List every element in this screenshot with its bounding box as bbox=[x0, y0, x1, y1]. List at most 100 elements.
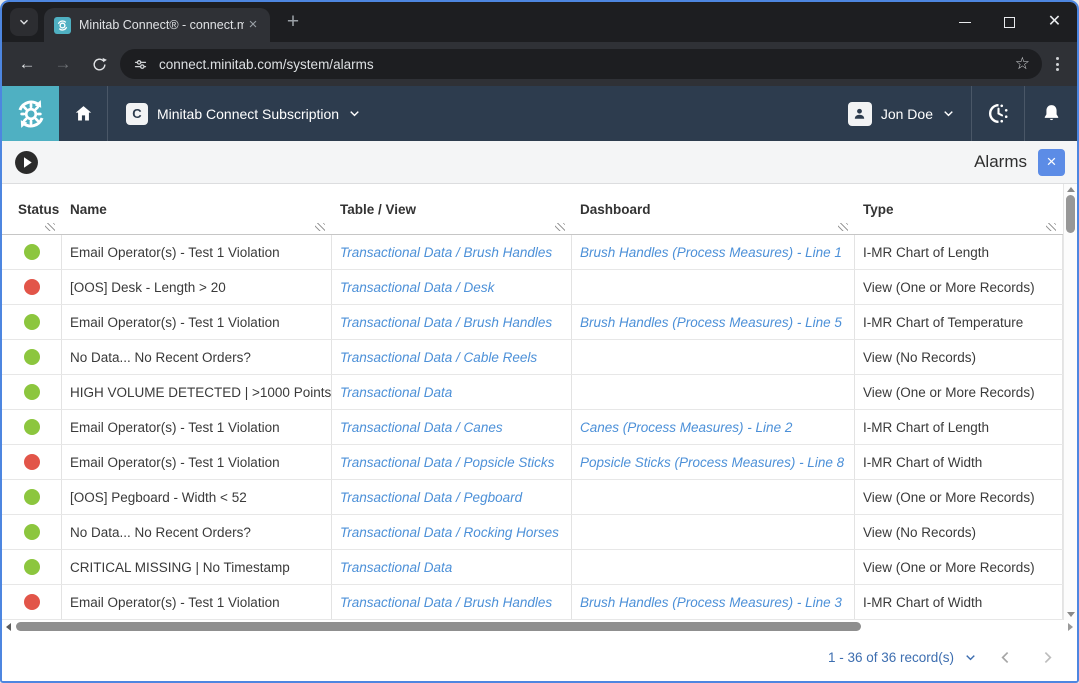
status-dot bbox=[24, 454, 40, 470]
vertical-scroll-thumb[interactable] bbox=[1066, 195, 1075, 233]
table-view-link[interactable]: Transactional Data bbox=[340, 560, 452, 575]
maximize-button[interactable] bbox=[987, 2, 1032, 42]
minitab-favicon-icon bbox=[54, 17, 71, 34]
dashboard-link[interactable]: Brush Handles (Process Measures) - Line … bbox=[580, 245, 842, 260]
scroll-down-arrow-icon[interactable] bbox=[1067, 612, 1075, 617]
column-header-dashboard[interactable]: Dashboard bbox=[572, 184, 855, 234]
status-dot bbox=[24, 279, 40, 295]
table-row[interactable]: HIGH VOLUME DETECTED | >1000 Points Tran… bbox=[2, 375, 1063, 410]
column-header-type[interactable]: Type bbox=[855, 184, 1063, 234]
close-window-button[interactable]: ✕ bbox=[1032, 2, 1077, 42]
status-dot bbox=[24, 349, 40, 365]
table-view-link[interactable]: Transactional Data / Brush Handles bbox=[340, 595, 552, 610]
alarm-name: Email Operator(s) - Test 1 Violation bbox=[62, 305, 332, 339]
table-row[interactable]: Email Operator(s) - Test 1 Violation Tra… bbox=[2, 445, 1063, 480]
dashboard-link[interactable]: Brush Handles (Process Measures) - Line … bbox=[580, 595, 842, 610]
table-row[interactable]: Email Operator(s) - Test 1 Violation Tra… bbox=[2, 235, 1063, 270]
back-button[interactable]: ← bbox=[12, 49, 42, 79]
subscription-label: Minitab Connect Subscription bbox=[157, 106, 339, 122]
alarm-name: No Data... No Recent Orders? bbox=[62, 340, 332, 374]
alarm-type: View (No Records) bbox=[855, 340, 1063, 374]
alarm-name: HIGH VOLUME DETECTED | >1000 Points bbox=[62, 375, 332, 409]
alarm-name: Email Operator(s) - Test 1 Violation bbox=[62, 445, 332, 479]
address-bar[interactable]: connect.minitab.com/system/alarms ☆ bbox=[120, 49, 1042, 79]
table-view-link[interactable]: Transactional Data / Canes bbox=[340, 420, 503, 435]
home-button[interactable] bbox=[59, 86, 107, 141]
status-dot bbox=[24, 244, 40, 260]
column-header-status[interactable]: Status bbox=[2, 184, 62, 234]
new-tab-button[interactable]: + bbox=[280, 10, 306, 34]
status-dot bbox=[24, 524, 40, 540]
workspace-badge: C bbox=[126, 103, 148, 125]
browser-tab[interactable]: Minitab Connect® - connect.mi × bbox=[44, 8, 270, 42]
table-row[interactable]: No Data... No Recent Orders? Transaction… bbox=[2, 340, 1063, 375]
scroll-left-arrow-icon[interactable] bbox=[6, 623, 11, 631]
browser-titlebar: Minitab Connect® - connect.mi × + ✕ bbox=[2, 2, 1077, 42]
notifications-button[interactable] bbox=[1025, 86, 1077, 141]
alarm-name: Email Operator(s) - Test 1 Violation bbox=[62, 585, 332, 619]
table-view-link[interactable]: Transactional Data / Rocking Horses bbox=[340, 525, 559, 540]
minitab-connect-logo[interactable] bbox=[2, 86, 59, 141]
scroll-right-arrow-icon[interactable] bbox=[1068, 623, 1073, 631]
chevron-down-icon bbox=[17, 15, 31, 29]
play-button[interactable] bbox=[14, 150, 39, 175]
table-row[interactable]: Email Operator(s) - Test 1 Violation Tra… bbox=[2, 585, 1063, 620]
status-dot bbox=[24, 384, 40, 400]
table-view-link[interactable]: Transactional Data / Brush Handles bbox=[340, 315, 552, 330]
browser-menu-button[interactable] bbox=[1048, 57, 1067, 71]
dashboard-link[interactable]: Canes (Process Measures) - Line 2 bbox=[580, 420, 792, 435]
pagination-bar: 1 - 36 of 36 record(s) bbox=[2, 633, 1077, 681]
table-view-link[interactable]: Transactional Data / Desk bbox=[340, 280, 494, 295]
table-view-link[interactable]: Transactional Data / Popsicle Sticks bbox=[340, 455, 554, 470]
alarm-name: [OOS] Pegboard - Width < 52 bbox=[62, 480, 332, 514]
dashboard-link[interactable]: Popsicle Sticks (Process Measures) - Lin… bbox=[580, 455, 844, 470]
scroll-up-arrow-icon[interactable] bbox=[1067, 187, 1075, 192]
table-row[interactable]: No Data... No Recent Orders? Transaction… bbox=[2, 515, 1063, 550]
user-menu[interactable]: Jon Doe bbox=[832, 102, 971, 126]
tab-search-button[interactable] bbox=[10, 8, 38, 36]
minimize-button[interactable] bbox=[942, 2, 987, 42]
column-header-name[interactable]: Name bbox=[62, 184, 332, 234]
tab-close-icon[interactable]: × bbox=[244, 16, 262, 34]
horizontal-scrollbar[interactable] bbox=[2, 620, 1077, 633]
table-row[interactable]: CRITICAL MISSING | No Timestamp Transact… bbox=[2, 550, 1063, 585]
alarm-name: [OOS] Desk - Length > 20 bbox=[62, 270, 332, 304]
app-header: C Minitab Connect Subscription Jon Doe bbox=[2, 86, 1077, 141]
previous-page-button[interactable] bbox=[991, 643, 1019, 671]
table-view-link[interactable]: Transactional Data bbox=[340, 385, 452, 400]
table-row[interactable]: Email Operator(s) - Test 1 Violation Tra… bbox=[2, 305, 1063, 340]
alarm-type: View (One or More Records) bbox=[855, 270, 1063, 304]
status-dot bbox=[24, 559, 40, 575]
chevron-down-icon bbox=[348, 107, 361, 120]
table-view-link[interactable]: Transactional Data / Brush Handles bbox=[340, 245, 552, 260]
reload-button[interactable] bbox=[84, 49, 114, 79]
next-page-button[interactable] bbox=[1033, 643, 1061, 671]
header-right-group: Jon Doe bbox=[832, 86, 1077, 141]
subscription-selector[interactable]: C Minitab Connect Subscription bbox=[108, 103, 379, 125]
close-panel-button[interactable]: × bbox=[1038, 149, 1065, 176]
dashboard-link[interactable]: Brush Handles (Process Measures) - Line … bbox=[580, 315, 842, 330]
horizontal-scroll-thumb[interactable] bbox=[16, 622, 861, 631]
records-count-label: 1 - 36 of 36 record(s) bbox=[828, 650, 954, 665]
chevron-down-icon bbox=[942, 107, 955, 120]
scheduled-tasks-button[interactable] bbox=[972, 86, 1024, 141]
table-row[interactable]: [OOS] Pegboard - Width < 52 Transactiona… bbox=[2, 480, 1063, 515]
column-header-table-view[interactable]: Table / View bbox=[332, 184, 572, 234]
alarm-type: View (No Records) bbox=[855, 515, 1063, 549]
bell-icon bbox=[1040, 102, 1063, 125]
table-body: Email Operator(s) - Test 1 Violation Tra… bbox=[2, 235, 1063, 620]
sync-gear-icon bbox=[14, 97, 48, 131]
alarm-type: I-MR Chart of Temperature bbox=[855, 305, 1063, 339]
alarm-type: I-MR Chart of Width bbox=[855, 585, 1063, 619]
records-per-page-dropdown[interactable]: 1 - 36 of 36 record(s) bbox=[828, 650, 977, 665]
vertical-scrollbar[interactable] bbox=[1063, 184, 1077, 620]
table-view-link[interactable]: Transactional Data / Cable Reels bbox=[340, 350, 537, 365]
bookmark-star-icon[interactable]: ☆ bbox=[1015, 54, 1030, 74]
status-dot bbox=[24, 314, 40, 330]
table-row[interactable]: [OOS] Desk - Length > 20 Transactional D… bbox=[2, 270, 1063, 305]
table-row[interactable]: Email Operator(s) - Test 1 Violation Tra… bbox=[2, 410, 1063, 445]
table-header-row: Status Name Table / View Dashboard Type bbox=[2, 184, 1063, 235]
table-view-link[interactable]: Transactional Data / Pegboard bbox=[340, 490, 522, 505]
forward-button[interactable]: → bbox=[48, 49, 78, 79]
close-icon: × bbox=[1047, 152, 1057, 172]
